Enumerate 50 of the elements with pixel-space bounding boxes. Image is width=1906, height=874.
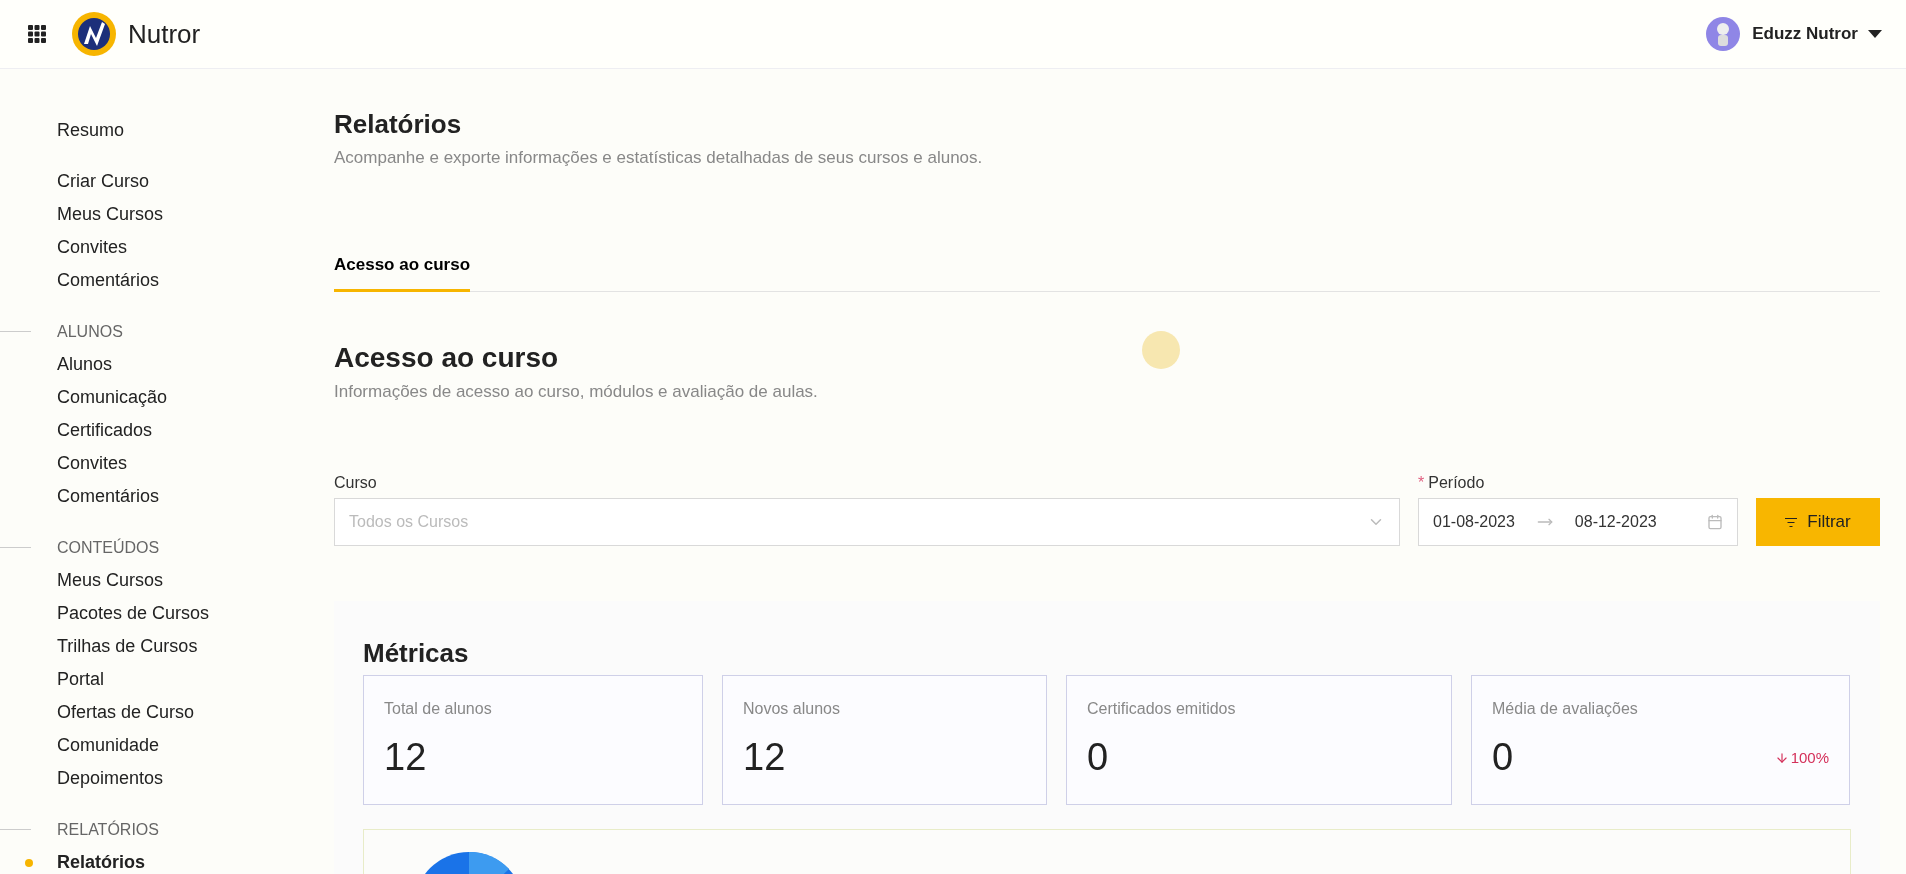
metric-value: 0: [1492, 736, 1514, 779]
section-heading: CONTEÚDOS: [57, 538, 160, 557]
sidebar-item[interactable]: Ofertas de Curso: [57, 696, 334, 729]
page-subtitle: Acompanhe e exporte informações e estatísticas detalhadas de seus cursos e alunos.: [334, 148, 984, 168]
metric-label: Total de alunos: [384, 700, 493, 718]
sidebar-item[interactable]: Portal: [57, 663, 334, 696]
sidebar-item[interactable]: Meus Cursos: [57, 564, 334, 597]
metric-label: Certificados emitidos: [1087, 700, 1237, 718]
field-label: Curso: [334, 474, 378, 492]
metric-label: Novos alunos: [743, 700, 841, 718]
user-name[interactable]: Eduzz Nutror: [1752, 24, 1858, 44]
calendar-icon: [1707, 514, 1723, 530]
sidebar-item[interactable]: Relatórios: [57, 846, 334, 874]
sidebar-item[interactable]: Trilhas de Cursos: [57, 630, 334, 663]
sidebar-item[interactable]: Comentários: [57, 480, 334, 513]
sidebar-item[interactable]: Comunidade: [57, 729, 334, 762]
sidebar-item[interactable]: Depoimentos: [57, 762, 334, 795]
sidebar-item[interactable]: Meus Cursos: [57, 198, 334, 231]
active-dot-icon: [25, 858, 33, 867]
section-subtitle: Informações de acesso ao curso, módulos e avaliação de aulas.: [334, 382, 819, 402]
apps-grid-icon[interactable]: [28, 25, 46, 43]
date-range-field[interactable]: 01-08-2023 08-12-2023: [1418, 498, 1738, 546]
sidebar-item[interactable]: Alunos: [57, 348, 334, 381]
filter-icon: [1785, 517, 1798, 527]
metric-value: 0: [1087, 736, 1109, 779]
metric-label: Média de avaliações: [1492, 700, 1639, 718]
filter-button[interactable]: Filtrar: [1756, 498, 1880, 546]
brand-name: Nutror: [128, 18, 201, 50]
sidebar-item[interactable]: Criar Curso: [57, 165, 334, 198]
sidebar-item[interactable]: Comentários: [57, 264, 334, 297]
sidebar-item[interactable]: Convites: [57, 447, 334, 480]
caret-icon[interactable]: [1868, 30, 1882, 38]
metric-change: 100%: [1774, 749, 1829, 766]
tab[interactable]: Acesso ao curso: [334, 243, 471, 292]
metric-value: 12: [743, 736, 786, 779]
sidebar-item[interactable]: Resumo: [57, 114, 334, 147]
avatar-icon[interactable]: [1706, 17, 1741, 51]
section-heading: ALUNOS: [57, 322, 123, 341]
section-heading: RELATÓRIOS: [57, 820, 159, 839]
metrics-title: Métricas: [363, 638, 470, 669]
section-title: Acesso ao curso: [334, 342, 559, 374]
logo-icon: [70, 10, 118, 58]
field-label: * Período: [1418, 474, 1486, 492]
sidebar-item[interactable]: Pacotes de Cursos: [57, 597, 334, 630]
cursor-highlight: [1142, 331, 1180, 369]
sidebar-item[interactable]: Convites: [57, 231, 334, 264]
metric-value: 12: [384, 736, 427, 779]
page-title: Relatórios: [334, 109, 462, 140]
sidebar-item[interactable]: Comunicação: [57, 381, 334, 414]
sidebar-item[interactable]: Certificados: [57, 414, 334, 447]
